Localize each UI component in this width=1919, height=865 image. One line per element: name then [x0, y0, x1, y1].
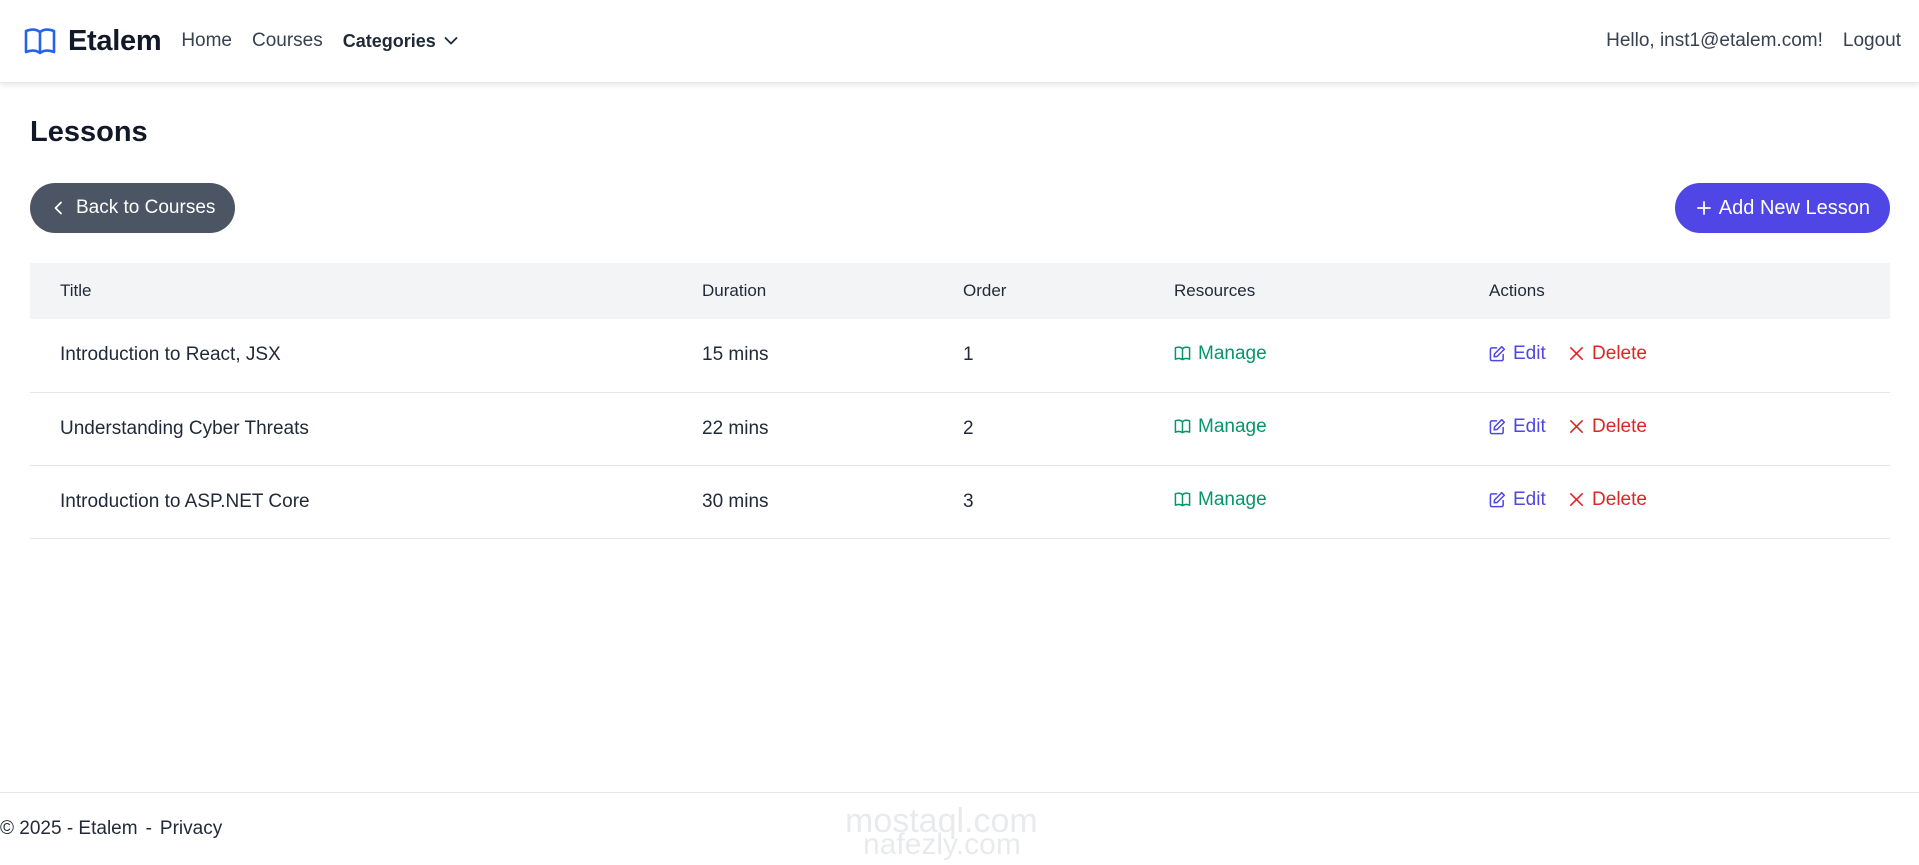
manage-resources-link[interactable]: Manage	[1174, 343, 1267, 365]
lesson-title: Introduction to React, JSX	[60, 344, 281, 366]
table-body: Introduction to React, JSX 15 mins 1 Man…	[30, 319, 1890, 538]
header-title: Title	[60, 281, 92, 300]
chevron-down-icon	[444, 37, 458, 45]
table-head: Title Duration Order Resources Actions	[30, 263, 1890, 319]
book-open-icon	[1174, 419, 1191, 434]
table-row: Introduction to React, JSX 15 mins 1 Man…	[30, 319, 1890, 392]
manage-label: Manage	[1198, 488, 1267, 510]
x-icon	[1570, 420, 1584, 434]
logout-link[interactable]: Logout	[1843, 30, 1901, 52]
footer: © 2025 - Etalem - Privacy	[0, 792, 1919, 865]
lesson-actions-cell: Edit Delete	[1459, 319, 1890, 392]
nav-right: Hello, inst1@etalem.com! Logout	[1606, 30, 1901, 52]
lesson-order: 1	[963, 344, 974, 366]
header-duration: Duration	[702, 281, 767, 300]
edit-lesson-link[interactable]: Edit	[1489, 416, 1546, 438]
manage-resources-link[interactable]: Manage	[1174, 489, 1267, 511]
lesson-duration: 22 mins	[702, 417, 769, 439]
back-to-courses-label: Back to Courses	[76, 197, 216, 218]
delete-label: Delete	[1592, 488, 1647, 510]
delete-lesson-link[interactable]: Delete	[1568, 343, 1647, 365]
chevron-left-icon	[54, 201, 62, 215]
brand-link[interactable]: Etalem	[24, 24, 162, 58]
nav-courses-link[interactable]: Courses	[252, 30, 323, 52]
manage-resources-link[interactable]: Manage	[1174, 416, 1267, 438]
lesson-actions-cell: Edit Delete	[1459, 392, 1890, 465]
edit-label: Edit	[1513, 488, 1546, 510]
table-row: Understanding Cyber Threats 22 mins 2 Ma…	[30, 392, 1890, 465]
lesson-title: Introduction to ASP.NET Core	[60, 490, 310, 512]
table-header-row: Title Duration Order Resources Actions	[30, 263, 1890, 319]
footer-copyright: © 2025 - Etalem	[0, 818, 138, 839]
lesson-resources-cell: Manage	[1144, 465, 1459, 538]
book-open-icon	[24, 28, 56, 55]
back-to-courses-button[interactable]: Back to Courses	[30, 183, 236, 233]
lesson-actions-cell: Edit Delete	[1459, 465, 1890, 538]
x-icon	[1570, 493, 1584, 507]
lesson-resources-cell: Manage	[1144, 319, 1459, 392]
delete-label: Delete	[1592, 342, 1647, 364]
edit-lesson-link[interactable]: Edit	[1489, 343, 1546, 365]
header-order: Order	[963, 281, 1007, 300]
edit-label: Edit	[1513, 342, 1546, 364]
lesson-title: Understanding Cyber Threats	[60, 417, 309, 439]
x-icon	[1570, 347, 1584, 360]
header-actions: Actions	[1489, 281, 1545, 300]
manage-label: Manage	[1198, 415, 1267, 437]
lesson-order: 2	[963, 417, 974, 439]
nav-categories-label: Categories	[342, 30, 436, 51]
lesson-resources-cell: Manage	[1144, 392, 1459, 465]
edit-icon	[1489, 345, 1506, 362]
edit-icon	[1489, 419, 1506, 435]
delete-lesson-link[interactable]: Delete	[1568, 416, 1647, 438]
brand-name: Etalem	[68, 24, 162, 57]
edit-label: Edit	[1513, 415, 1546, 437]
edit-lesson-link[interactable]: Edit	[1489, 489, 1546, 511]
lesson-duration: 30 mins	[702, 490, 769, 512]
lesson-duration: 15 mins	[702, 344, 769, 366]
lesson-order: 3	[963, 490, 974, 512]
edit-icon	[1489, 492, 1506, 508]
table-row: Introduction to ASP.NET Core 30 mins 3 M…	[30, 465, 1890, 538]
header-resources: Resources	[1174, 281, 1256, 300]
page-title: Lessons	[30, 116, 148, 148]
navbar: Etalem Home Courses Categories Hello, in…	[0, 0, 1919, 83]
lessons-table-wrapper: Title Duration Order Resources Actions I…	[30, 263, 1890, 539]
footer-separator: -	[145, 818, 152, 839]
manage-label: Manage	[1198, 342, 1267, 364]
nav-links: Home Courses Categories	[181, 30, 458, 52]
add-new-lesson-button[interactable]: Add New Lesson	[1674, 183, 1890, 233]
nav-categories-dropdown[interactable]: Categories	[343, 31, 458, 52]
privacy-link[interactable]: Privacy	[160, 818, 222, 840]
delete-lesson-link[interactable]: Delete	[1568, 489, 1647, 511]
lessons-table: Title Duration Order Resources Actions I…	[30, 263, 1890, 539]
plus-icon	[1696, 201, 1711, 215]
user-greeting: Hello, inst1@etalem.com!	[1606, 30, 1823, 51]
book-open-icon	[1174, 492, 1191, 507]
add-new-lesson-label: Add New Lesson	[1718, 196, 1870, 219]
nav-home-link[interactable]: Home	[181, 30, 232, 52]
book-open-icon	[1174, 346, 1191, 361]
delete-label: Delete	[1592, 415, 1647, 437]
